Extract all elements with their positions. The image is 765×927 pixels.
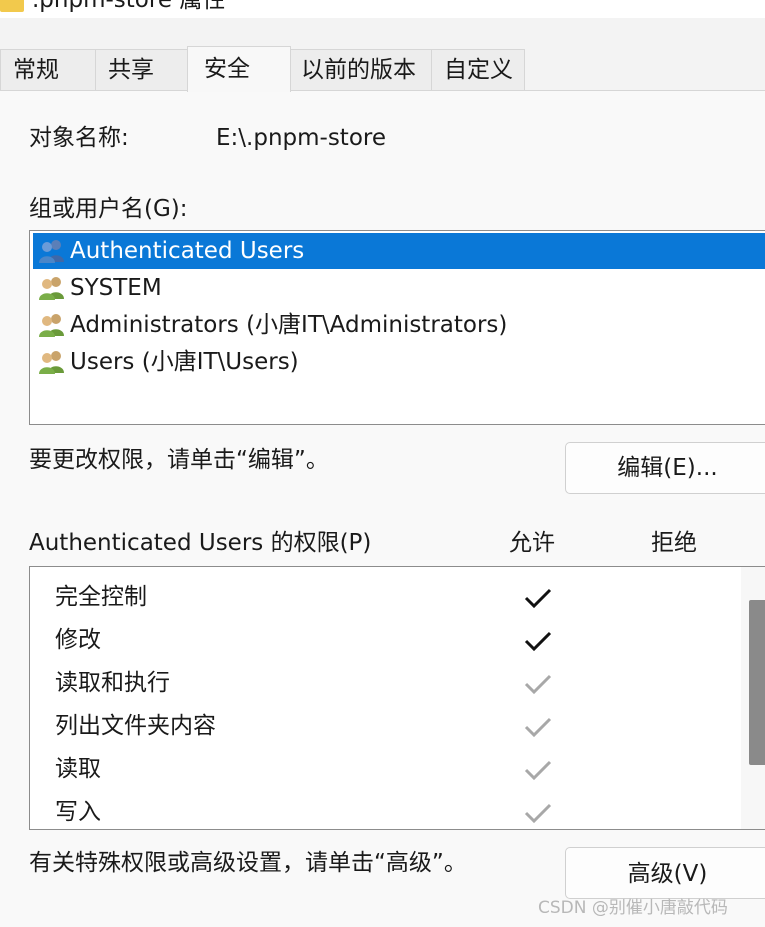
- permission-name: 写入: [55, 799, 101, 825]
- check-icon: [524, 588, 552, 609]
- permission-row-full-control[interactable]: 完全控制: [30, 575, 740, 618]
- user-name: Authenticated Users: [70, 238, 305, 264]
- permission-name: 完全控制: [55, 584, 147, 610]
- allow-column-header: 允许: [509, 530, 555, 556]
- permission-row-modify[interactable]: 修改: [30, 618, 740, 661]
- list-item-administrators[interactable]: Administrators (小唐IT\Administrators): [33, 307, 765, 343]
- check-icon: [524, 717, 552, 738]
- check-icon: [524, 674, 552, 695]
- permissions-list[interactable]: 完全控制 修改 读取和执行 列出文件夹内容 读取 写入: [29, 566, 765, 830]
- user-group-icon: [39, 314, 64, 337]
- user-group-icon: [39, 351, 64, 374]
- tab-customize[interactable]: 自定义: [431, 49, 525, 90]
- deny-column-header: 拒绝: [651, 530, 697, 556]
- check-icon: [524, 631, 552, 652]
- tab-previous-versions[interactable]: 以前的版本: [290, 49, 432, 90]
- group-user-list[interactable]: Authenticated Users SYSTEM Administrator…: [29, 230, 765, 425]
- list-item-users[interactable]: Users (小唐IT\Users): [33, 344, 765, 380]
- permissions-header: Authenticated Users 的权限(P): [29, 530, 372, 556]
- check-icon: [524, 803, 552, 824]
- check-icon: [524, 760, 552, 781]
- user-name: SYSTEM: [70, 275, 162, 301]
- list-item-authenticated-users[interactable]: Authenticated Users: [33, 233, 765, 269]
- advanced-hint: 有关特殊权限或高级设置，请单击“高级”。: [29, 850, 467, 876]
- permission-row-read[interactable]: 读取: [30, 747, 740, 790]
- list-item-system[interactable]: SYSTEM: [33, 270, 765, 306]
- permissions-scrollbar[interactable]: [741, 567, 765, 829]
- tab-sharing[interactable]: 共享: [95, 49, 188, 90]
- permission-name: 读取和执行: [55, 670, 170, 696]
- groups-label: 组或用户名(G):: [29, 196, 188, 222]
- permission-name: 修改: [55, 627, 101, 653]
- tab-security[interactable]: 安全: [187, 46, 291, 92]
- window-title: .pnpm-store 属性: [32, 0, 226, 13]
- watermark: CSDN @别催小唐敲代码: [538, 898, 728, 918]
- advanced-button[interactable]: 高级(V): [565, 847, 765, 899]
- permission-row-list-folder[interactable]: 列出文件夹内容: [30, 704, 740, 747]
- tab-general[interactable]: 常规: [0, 49, 96, 90]
- permission-name: 读取: [55, 756, 101, 782]
- scrollbar-thumb[interactable]: [749, 600, 765, 765]
- permission-row-write[interactable]: 写入: [30, 790, 740, 829]
- folder-icon: [0, 0, 24, 12]
- tab-strip: 常规 共享 安全 以前的版本 自定义: [0, 46, 765, 92]
- permission-row-read-execute[interactable]: 读取和执行: [30, 661, 740, 704]
- user-group-icon: [39, 240, 64, 263]
- user-name: Users (小唐IT\Users): [70, 349, 299, 375]
- object-name-label: 对象名称:: [29, 125, 129, 151]
- object-name-value: E:\.pnpm-store: [216, 125, 386, 151]
- user-group-icon: [39, 277, 64, 300]
- permission-name: 列出文件夹内容: [55, 713, 216, 739]
- edit-button[interactable]: 编辑(E)...: [565, 442, 765, 494]
- edit-hint: 要更改权限，请单击“编辑”。: [29, 447, 329, 473]
- user-name: Administrators (小唐IT\Administrators): [70, 312, 508, 338]
- title-bar: .pnpm-store 属性: [0, 0, 765, 18]
